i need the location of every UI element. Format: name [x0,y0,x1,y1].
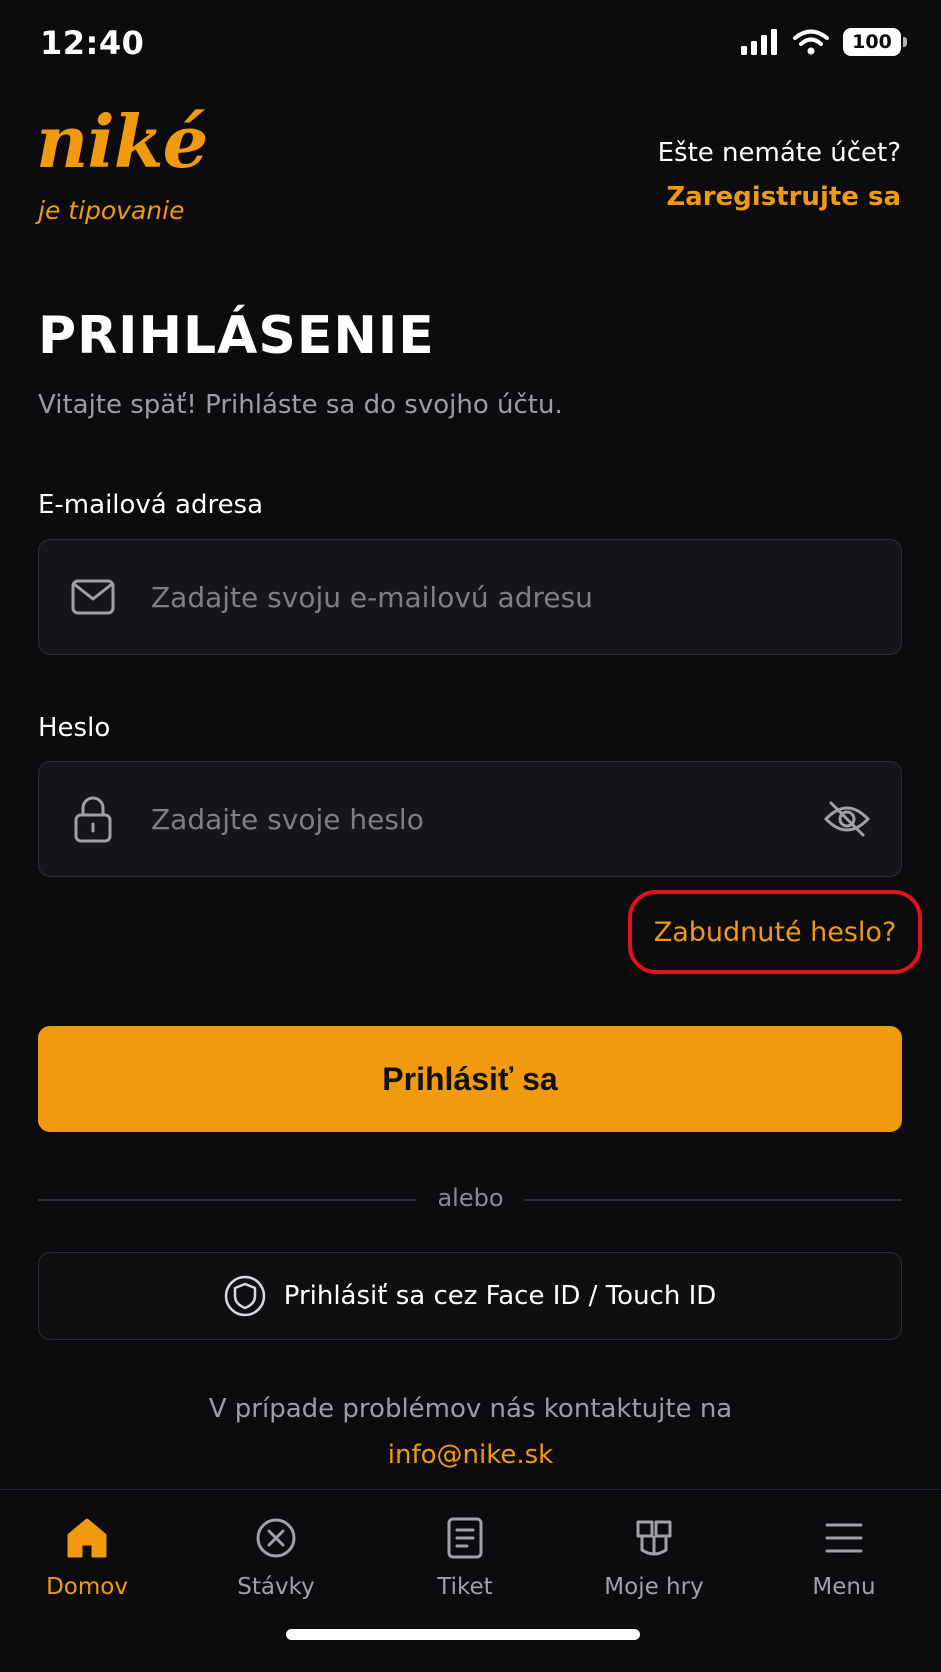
ticket-icon [441,1514,489,1562]
nav-label-bets: Stávky [237,1574,315,1600]
page-title: PRIHLÁSENIE [38,306,435,366]
home-icon [63,1514,111,1562]
shield-icon [224,1275,265,1317]
close-circle-icon [252,1514,300,1562]
email-label: E-mailová adresa [38,490,264,520]
password-label: Heslo [38,713,111,743]
password-field-container[interactable] [38,761,902,877]
brand-logo: niké [36,99,208,184]
forgot-password-highlight: Zabudnuté heslo? [628,890,922,974]
status-time: 12:40 [40,24,145,62]
brand-tagline: je tipovanie [38,196,185,225]
forgot-password-link[interactable]: Zabudnuté heslo? [654,917,897,948]
eye-off-icon[interactable] [821,795,873,843]
mail-icon [69,573,117,621]
nav-item-bets[interactable]: Stávky [182,1514,370,1600]
nav-label-home: Domov [46,1574,128,1600]
status-icons: 100 [741,28,907,56]
home-indicator[interactable] [286,1629,640,1640]
wifi-icon [793,29,829,55]
no-account-text: Ešte nemáte účet? [657,138,901,168]
email-input[interactable] [151,580,901,614]
battery-indicator: 100 [843,28,907,56]
password-input[interactable] [151,802,821,836]
nav-item-home[interactable]: Domov [0,1514,181,1600]
games-icon [630,1514,678,1562]
nav-label-menu: Menu [812,1574,876,1600]
email-field-container[interactable] [38,539,902,655]
nav-item-my-games[interactable]: Moje hry [560,1514,748,1600]
contact-text: V prípade problémov nás kontaktujte na [208,1394,733,1424]
bottom-nav: Domov Stávky Tiket Moje hry Menu [0,1489,941,1672]
divider-text: alebo [437,1184,504,1212]
register-link[interactable]: Zaregistrujte sa [666,182,901,212]
nav-label-ticket: Tiket [437,1574,493,1600]
nav-item-menu[interactable]: Menu [750,1514,938,1600]
biometric-login-label: Prihlásiť sa cez Face ID / Touch ID [283,1281,717,1311]
nav-label-my-games: Moje hry [604,1574,704,1600]
menu-icon [820,1514,868,1562]
login-button[interactable]: Prihlásiť sa [38,1026,902,1132]
signal-icon [741,29,777,55]
contact-email-link[interactable]: info@nike.sk [0,1440,941,1470]
biometric-login-button[interactable]: Prihlásiť sa cez Face ID / Touch ID [38,1252,902,1340]
lock-icon [69,795,117,843]
nav-item-ticket[interactable]: Tiket [371,1514,559,1600]
page-subtitle: Vitajte späť! Prihláste sa do svojho účt… [38,390,563,420]
